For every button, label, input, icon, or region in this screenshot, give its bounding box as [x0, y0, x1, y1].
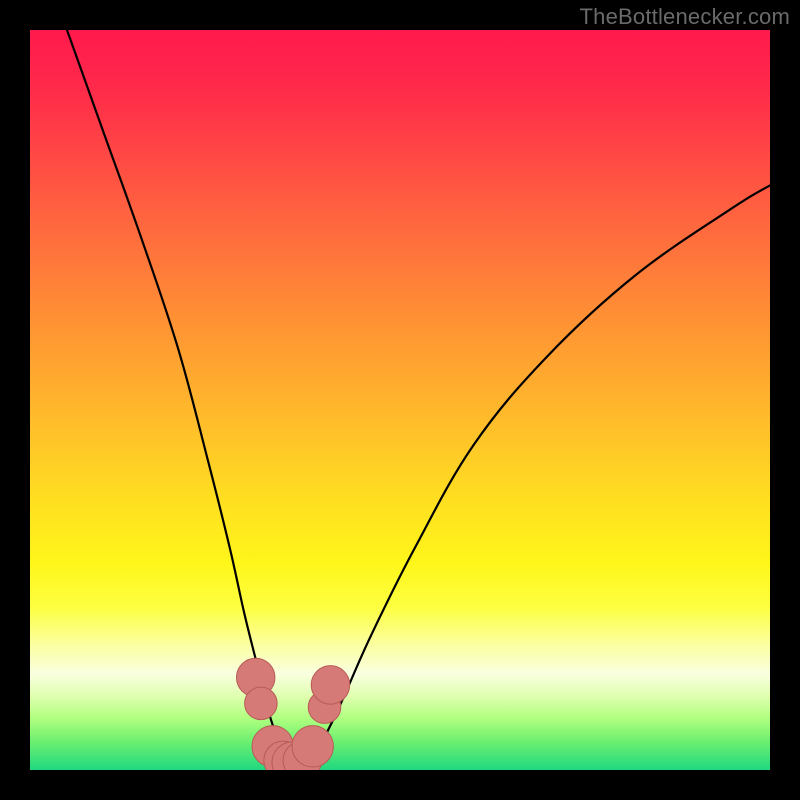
marker-point [245, 687, 278, 720]
chart-frame: TheBottlenecker.com [0, 0, 800, 800]
bottleneck-curve [67, 30, 770, 765]
chart-svg [30, 30, 770, 770]
plot-area [30, 30, 770, 770]
curve-markers [236, 658, 349, 770]
marker-point [311, 666, 349, 704]
watermark-text: TheBottlenecker.com [580, 4, 790, 30]
marker-point [292, 726, 333, 767]
